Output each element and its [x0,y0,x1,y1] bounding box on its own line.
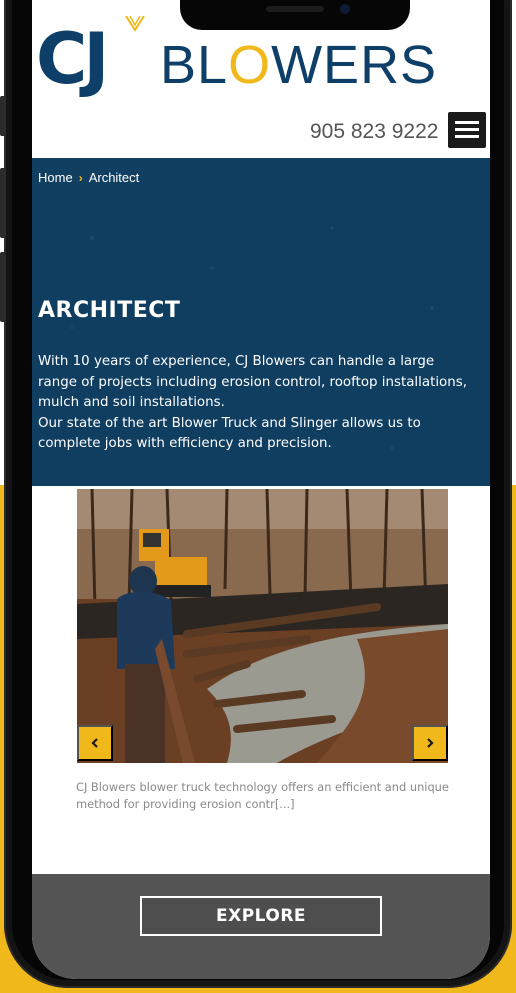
phone-number-link[interactable]: 905 823 9222 [310,120,438,144]
logo-wordmark: BLOWERS [160,38,437,92]
hamburger-menu-button[interactable] [448,112,486,148]
cta-band: EXPLORE [32,874,490,979]
explore-button[interactable]: EXPLORE [140,896,382,936]
hero-description: With 10 years of experience, CJ Blowers … [38,352,474,455]
hamburger-icon [455,121,479,124]
logo-wordmark-accent: O [228,35,272,95]
carousel-caption: CJ Blowers blower truck technology offer… [76,780,449,811]
page-title: ARCHITECT [38,298,181,323]
phone-volume-up-button [0,168,6,238]
phone-volume-down-button [0,252,6,322]
logo-fan-icon [125,16,145,32]
hero-section: Home › Architect ARCHITECT With 10 years… [32,158,490,486]
logo-wordmark-start: BL [160,35,229,95]
breadcrumb-chevron-icon: › [78,170,83,185]
phone-side-button [0,96,6,136]
chevron-left-icon [91,738,98,748]
carousel-next-button[interactable] [412,725,448,761]
chevron-right-icon [427,738,434,748]
logo-wordmark-end: WERS [271,35,438,95]
carousel-prev-button[interactable] [77,725,113,761]
phone-screen: CJ BLOWERS 905 823 9222 Home › Architect… [32,0,490,979]
breadcrumb: Home › Architect [38,170,139,185]
hamburger-icon-bar [455,135,479,138]
phone-notch [180,0,410,30]
front-camera-icon [340,4,350,14]
hero-paragraph-2: Our state of the art Blower Truck and Sl… [38,415,421,452]
hero-paragraph-1: With 10 years of experience, CJ Blowers … [38,354,467,410]
logo-monogram: CJ [36,18,109,100]
breadcrumb-home-link[interactable]: Home [38,170,73,185]
carousel-image [77,489,448,763]
breadcrumb-current: Architect [88,170,140,185]
image-carousel[interactable] [77,489,448,763]
speaker-grille [266,6,324,12]
hamburger-icon-bar [455,128,479,131]
